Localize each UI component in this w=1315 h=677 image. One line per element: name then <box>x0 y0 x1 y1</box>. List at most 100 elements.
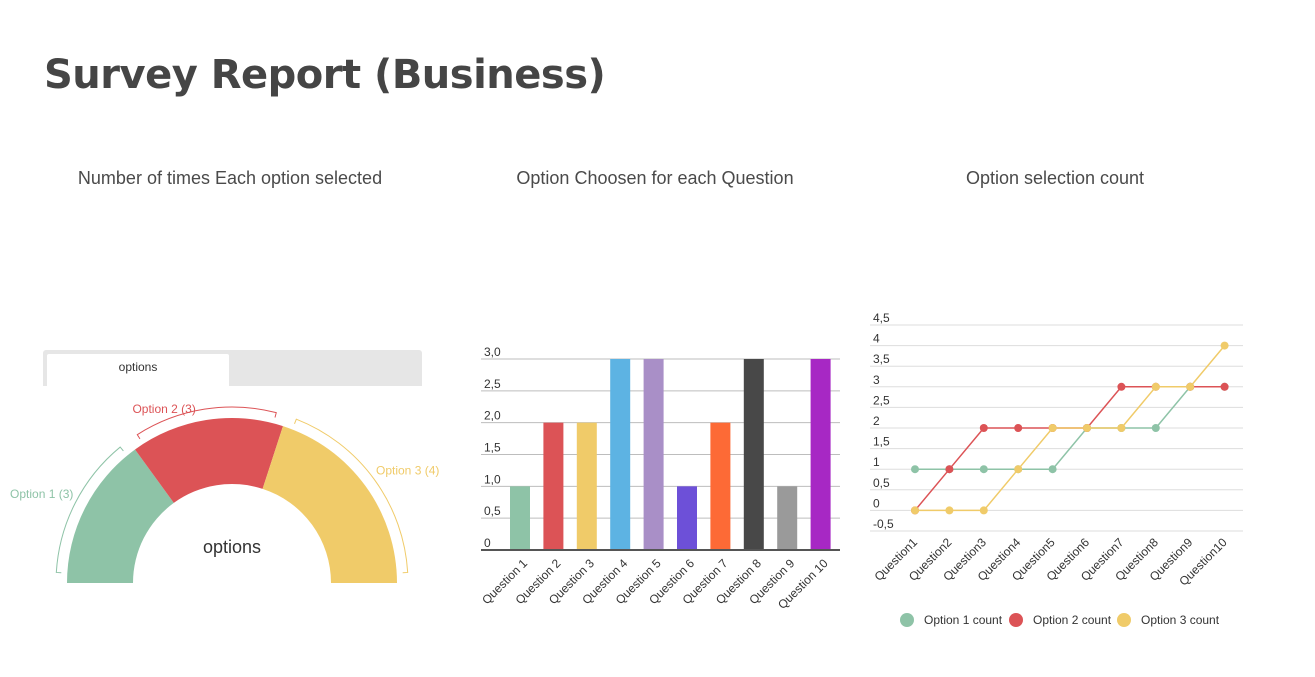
line-point <box>1151 382 1160 391</box>
bar-x-tick: Question 1 <box>479 556 530 607</box>
line-point <box>1048 424 1057 432</box>
bar-4 <box>610 359 631 550</box>
gauge-label-2: Option 2 (3) <box>132 402 195 416</box>
bar-x-tick: Question 8 <box>713 556 764 607</box>
line-x-tick: Question2 <box>906 535 955 584</box>
legend-label-1: Option 1 count <box>924 613 1003 627</box>
line-point <box>1117 382 1126 391</box>
line-series-2 <box>914 386 1225 511</box>
bar-x-tick: Question 9 <box>746 556 797 607</box>
line-y-tick: 3 <box>873 373 880 387</box>
page-title: Survey Report (Business) <box>44 52 606 98</box>
line-point <box>1186 382 1195 391</box>
line-y-tick: 4 <box>873 332 880 346</box>
bar-y-tick: 0,5 <box>484 504 501 518</box>
line-point <box>1220 382 1229 391</box>
line-point <box>1014 465 1023 474</box>
line-point <box>979 424 988 432</box>
bar-x-tick: Question 5 <box>613 556 664 607</box>
line-y-tick: 4,5 <box>873 311 890 325</box>
line-point <box>945 506 954 515</box>
bar-y-tick: 1,5 <box>484 441 501 455</box>
bar-x-tick: Question 4 <box>579 556 630 607</box>
line-x-tick: Question10 <box>1176 535 1230 589</box>
bar-5 <box>643 359 664 550</box>
bar-2 <box>543 422 564 550</box>
line-point <box>979 465 988 474</box>
line-x-tick: Question3 <box>940 535 989 584</box>
bar-x-tick: Question 2 <box>513 556 564 607</box>
line-point <box>911 465 919 474</box>
gauge-slice-1 <box>67 449 174 583</box>
line-point <box>945 465 954 474</box>
gauge-chart-title: Number of times Each option selected <box>77 168 383 188</box>
line-point <box>1048 465 1057 474</box>
bar-x-tick: Question 7 <box>680 556 731 607</box>
tab-options[interactable]: options <box>47 354 229 386</box>
line-point <box>1186 382 1195 391</box>
line-y-tick: 1,5 <box>873 435 890 449</box>
gauge-label-3: Option 3 (4) <box>376 463 439 477</box>
bar-x-tick: Question 6 <box>646 556 697 607</box>
line-point <box>1151 424 1160 432</box>
line-point <box>1151 382 1160 391</box>
bar-3 <box>576 422 597 550</box>
legend-swatch-1 <box>900 613 914 627</box>
bar-chart: 00,51,01,52,02,53,0Question 1Question 2Q… <box>479 345 840 612</box>
line-y-tick: 2 <box>873 414 880 428</box>
legend-swatch-3 <box>1117 613 1131 627</box>
line-series-3 <box>915 345 1226 512</box>
bar-x-tick: Question 10 <box>775 556 831 612</box>
gauge-center-label: options <box>203 537 261 557</box>
bar-y-tick: 0 <box>484 536 491 550</box>
line-point <box>1048 424 1057 432</box>
line-point <box>1186 382 1195 391</box>
line-x-tick: Question6 <box>1044 535 1093 584</box>
gauge-chart: Option 1 (3) Option 2 (3) Option 3 (4) opti… <box>10 402 439 583</box>
legend-swatch-2 <box>1009 613 1023 627</box>
legend-label-2: Option 2 count <box>1033 613 1112 627</box>
line-x-tick: Question9 <box>1147 535 1196 584</box>
bar-10 <box>810 359 831 550</box>
bar-y-tick: 3,0 <box>484 345 501 359</box>
line-point <box>945 465 954 474</box>
line-point <box>1083 424 1091 432</box>
bar-chart-title: Option Choosen for each Question <box>516 168 794 188</box>
line-y-tick: 2,5 <box>873 393 890 407</box>
line-chart-title: Option selection count <box>965 168 1145 188</box>
gauge-tab-bar: options <box>43 350 422 386</box>
line-x-tick: Question5 <box>1009 535 1058 584</box>
bar-1 <box>510 486 530 550</box>
bar-8 <box>743 359 764 550</box>
line-point <box>1014 465 1023 474</box>
line-y-tick: 0,5 <box>873 476 890 490</box>
line-x-tick: Question7 <box>1078 535 1127 584</box>
line-point <box>1083 424 1091 432</box>
bar-9 <box>777 486 798 550</box>
gauge-bracket-2 <box>136 406 277 440</box>
line-y-tick: 0 <box>873 496 880 510</box>
gauge-bracket-1 <box>55 446 124 574</box>
line-point <box>911 506 919 515</box>
gauge-slice-2 <box>135 417 283 503</box>
gauge-bracket-3 <box>294 418 409 574</box>
bar-6 <box>677 486 697 550</box>
line-x-tick: Question1 <box>872 535 921 584</box>
line-x-tick: Question4 <box>975 535 1024 584</box>
line-point <box>1220 341 1229 350</box>
legend-label-3: Option 3 count <box>1141 613 1220 627</box>
gauge-slice-3 <box>262 426 397 583</box>
line-point <box>1083 424 1091 432</box>
bar-y-tick: 1,0 <box>484 472 501 486</box>
line-point <box>911 506 919 515</box>
bar-y-tick: 2,0 <box>484 409 501 423</box>
line-x-tick: Question8 <box>1112 535 1161 584</box>
line-point <box>1014 424 1023 432</box>
line-y-tick: 1 <box>873 455 880 469</box>
line-series-1 <box>915 386 1225 470</box>
line-y-tick: -0,5 <box>873 517 894 531</box>
line-chart: -0,500,511,522,533,544,5Question1Questio… <box>870 311 1243 627</box>
bar-y-tick: 2,5 <box>484 377 501 391</box>
bar-x-tick: Question 3 <box>546 556 597 607</box>
line-y-tick: 3,5 <box>873 352 890 366</box>
